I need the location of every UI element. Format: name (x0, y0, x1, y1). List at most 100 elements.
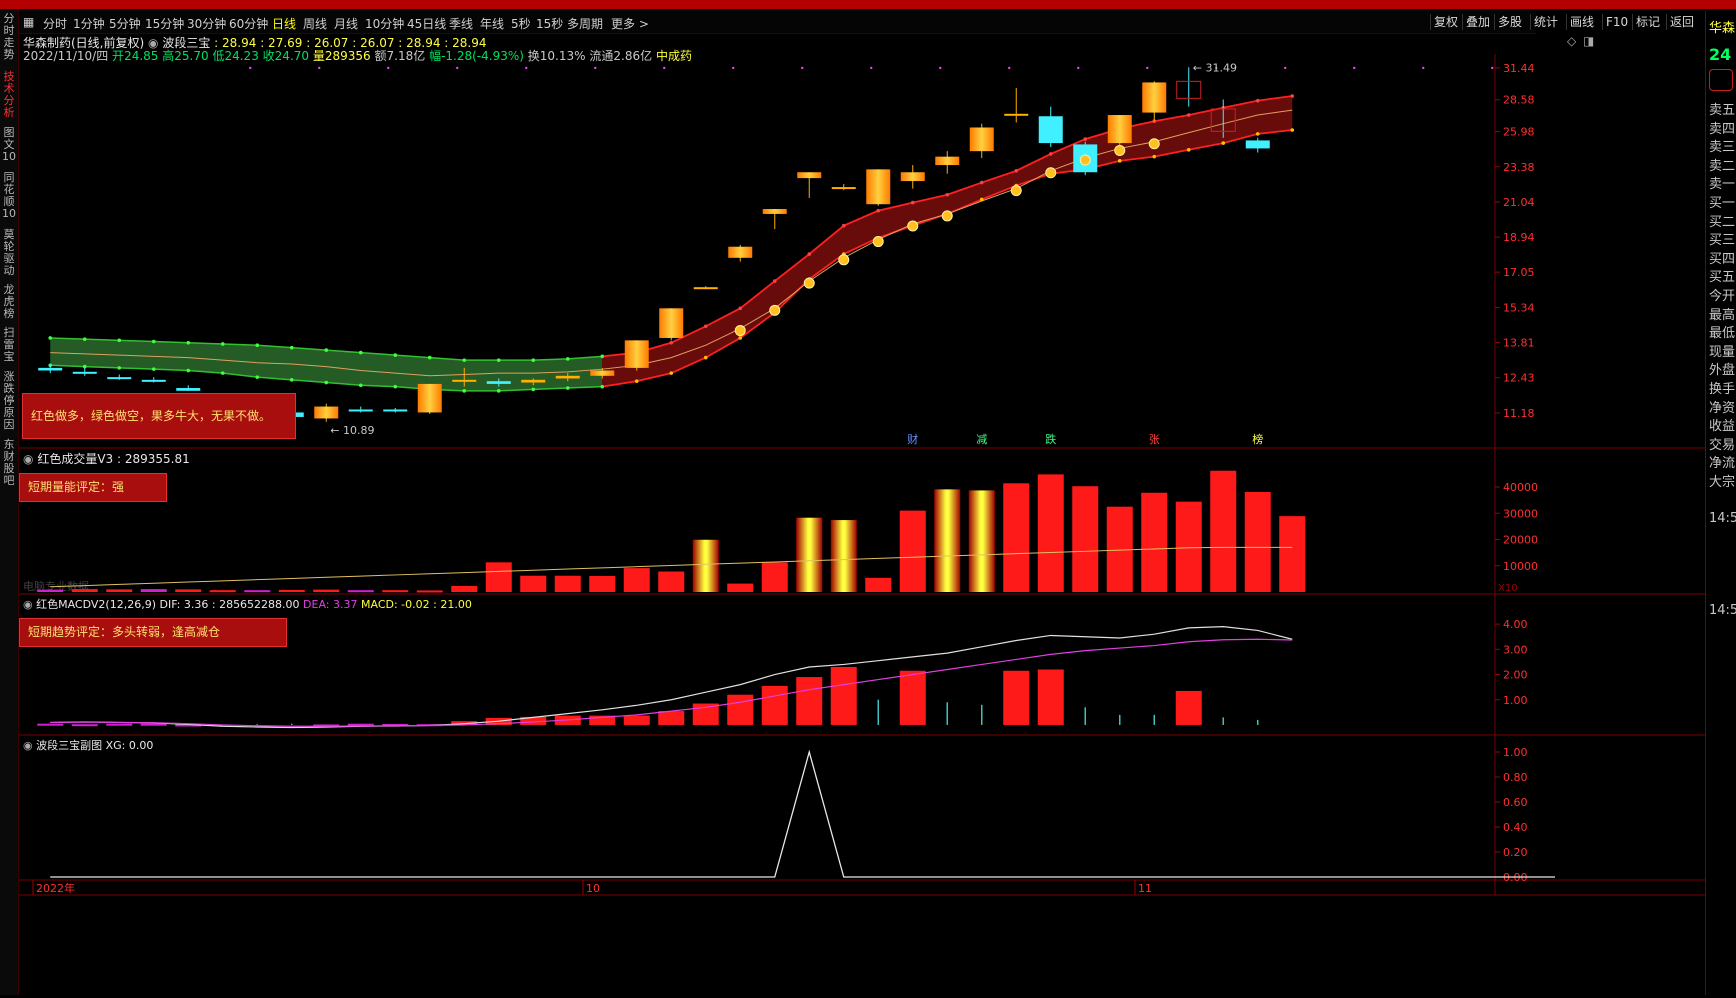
band-dot (1083, 137, 1088, 141)
back-button[interactable]: 返回 (1666, 14, 1697, 30)
tab-minute-chart[interactable]: 分时走势 (1, 13, 17, 61)
volume-bar (1244, 491, 1271, 592)
candle-body (348, 409, 373, 412)
volume-bar (382, 590, 409, 593)
period-tab[interactable]: 45日线 (407, 15, 446, 32)
macd-bar (71, 724, 98, 727)
volume-bar (1003, 483, 1030, 592)
macd-trend-note: 短期趋势评定：多头转弱，逢高减仓 (19, 618, 287, 647)
restore-rights-button[interactable]: 复权 (1430, 14, 1461, 30)
open-value: 24.85 (124, 49, 159, 63)
event-marker: 减 (976, 433, 987, 446)
quote-label: 外盘 (1709, 363, 1736, 379)
candle-body (141, 379, 166, 382)
candle-body (1004, 113, 1029, 116)
candle-body (1107, 115, 1132, 144)
band-dot (1186, 113, 1191, 117)
volume-tick-label: 40000 (1503, 481, 1538, 494)
candle-body (797, 172, 822, 179)
quote-label: 交易 (1709, 437, 1736, 453)
period-tab[interactable]: 年线 (480, 15, 504, 32)
x-axis-label: 11 (1138, 882, 1152, 895)
quote-label: 卖五 (1709, 103, 1736, 118)
volume-bar (313, 589, 340, 592)
period-tab[interactable]: 季线 (449, 15, 473, 32)
f10-button[interactable]: F10 (1602, 14, 1631, 30)
period-tab[interactable]: 15分钟 (145, 15, 184, 32)
diamond-icon[interactable]: ◇ (1567, 34, 1576, 48)
price-tick-label: 11.18 (1503, 407, 1535, 420)
period-tab[interactable]: 月线 (334, 15, 358, 32)
volume-value: 289356 (324, 49, 371, 63)
volume-bar (1210, 470, 1237, 592)
macd-title: 红色MACDV2(12,26,9) (36, 598, 156, 611)
more-periods-button[interactable]: 更多 > (611, 15, 649, 32)
period-tab[interactable]: 多周期 (567, 15, 603, 32)
macd-toggle-icon[interactable]: ◉ (23, 598, 33, 611)
tab-ths-f10[interactable]: 同花顺10 (1, 172, 17, 220)
band-dot (255, 375, 260, 379)
draw-line-button[interactable]: 画线 (1566, 14, 1597, 30)
candle-body (624, 340, 649, 368)
period-tab[interactable]: 30分钟 (187, 15, 226, 32)
macd-bar (1175, 690, 1202, 725)
overlay-button[interactable]: 叠加 (1462, 14, 1493, 30)
period-tab-active[interactable]: 日线 (272, 15, 296, 32)
multi-stock-button[interactable]: 多股 (1494, 14, 1525, 30)
candle-body (659, 308, 684, 338)
macd-bar (658, 711, 685, 725)
band-dot (738, 306, 743, 311)
top-dot (1077, 66, 1080, 70)
price-tick-label: 17.05 (1503, 266, 1535, 279)
tab-technical-analysis[interactable]: 技术分析 (1, 71, 17, 119)
band-dot (945, 192, 950, 197)
gold-fruit (1114, 144, 1126, 156)
top-dot (1008, 66, 1011, 70)
band-dot (324, 348, 329, 352)
period-tab[interactable]: 10分钟 (365, 15, 404, 32)
tab-guba[interactable]: 东财股吧 (1, 439, 17, 487)
toolbar-grid-icon[interactable]: ▦ (23, 15, 34, 29)
mark-button[interactable]: 标记 (1632, 14, 1663, 30)
x-axis-label: 10 (586, 882, 600, 895)
quote-label: 净流 (1709, 456, 1736, 472)
period-tab[interactable]: 60分钟 (229, 15, 268, 32)
volume-bar (727, 583, 754, 592)
period-tab[interactable]: 5分钟 (109, 15, 141, 32)
period-tab[interactable]: 1分钟 (73, 15, 105, 32)
band-dot (427, 355, 432, 360)
tab-f10-text[interactable]: 图文10 (1, 127, 17, 163)
quote-title: 华森 (1709, 21, 1736, 36)
quote-label: 买二 (1709, 214, 1736, 230)
volume-bar (968, 490, 995, 592)
tab-dragon-tiger[interactable]: 龙虎榜 (1, 284, 17, 320)
period-tab[interactable]: 分时 (43, 15, 67, 32)
macd-tick-label: 1.00 (1503, 694, 1528, 707)
period-tab[interactable]: 5秒 (511, 15, 531, 32)
volume-toggle-icon[interactable]: ◉ (23, 452, 33, 466)
quote-label: 最高 (1709, 307, 1736, 323)
tab-minesweeper[interactable]: 扫雷宝 (1, 327, 17, 363)
tab-limit-reason[interactable]: 涨跌停原因 (1, 371, 17, 431)
volume-bar (175, 589, 202, 592)
volume-bar (485, 562, 512, 592)
candle-body (969, 127, 994, 152)
quote-tag-button[interactable] (1709, 69, 1733, 91)
statistics-button[interactable]: 统计 (1530, 14, 1561, 30)
quote-label: 净资 (1709, 400, 1736, 416)
panel-toggle-icon[interactable]: ◨ (1583, 34, 1594, 48)
macd-dif: DIF: 3.36 : 285652288.00 (159, 598, 300, 611)
period-tab[interactable]: 15秒 (536, 15, 563, 32)
sub-tick-label: 1.00 (1503, 746, 1528, 759)
macd-bar (830, 666, 857, 725)
quote-side-panel: 华森 24 卖五 卖四 卖三 卖二 卖一 买一 买二 买三 买四 买五 今开 最高 最低 现量 外盘 换手 净资… (1705, 11, 1736, 995)
candle-body (762, 209, 787, 214)
volume-bar (865, 577, 892, 592)
tab-wheel-drive[interactable]: 莫轮驱动 (1, 229, 17, 277)
gold-fruit (1010, 185, 1022, 197)
band-dot (565, 386, 570, 390)
period-tab[interactable]: 周线 (303, 15, 327, 32)
volume-bar (1037, 474, 1064, 592)
sub-toggle-icon[interactable]: ◉ (23, 739, 33, 752)
top-dot (1422, 66, 1425, 70)
